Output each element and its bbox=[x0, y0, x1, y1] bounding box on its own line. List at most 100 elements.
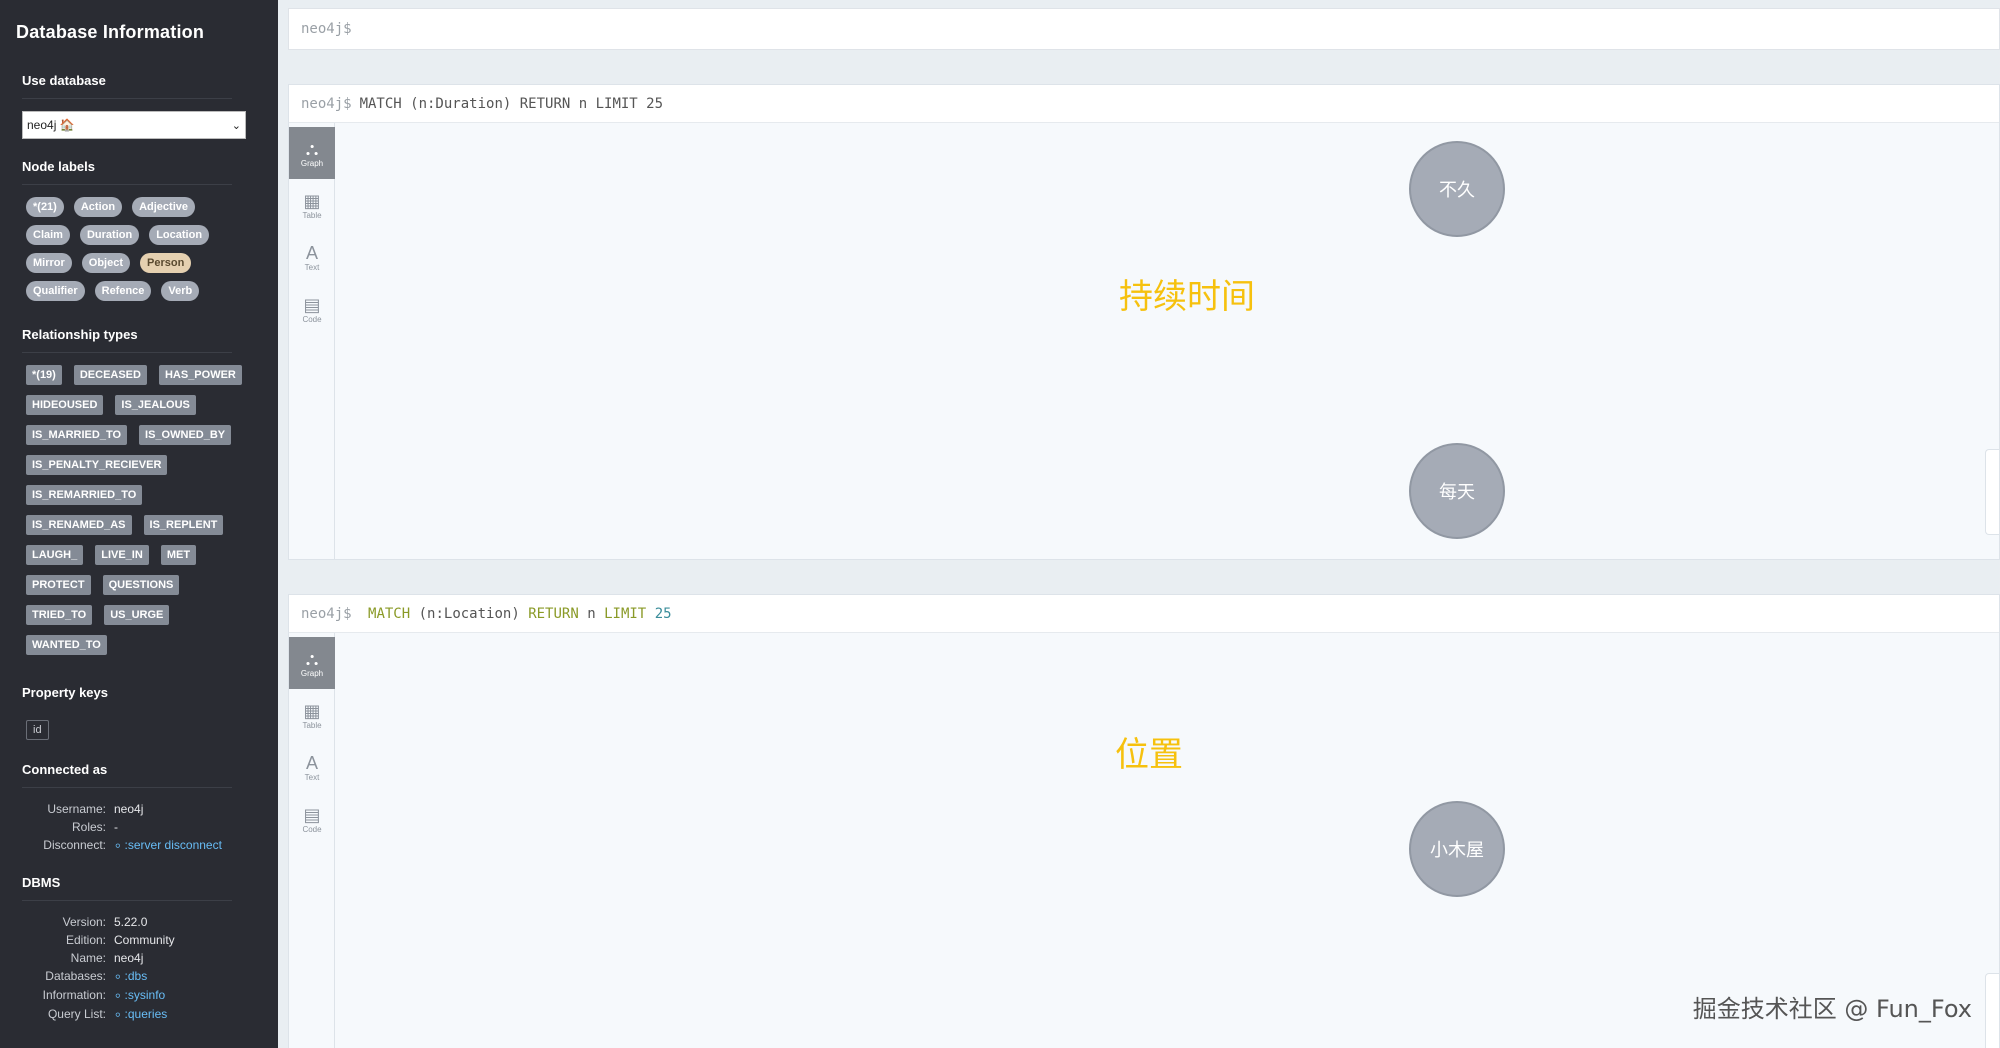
text-view-button[interactable]: A Text bbox=[289, 231, 335, 283]
graph-node[interactable]: 每天 bbox=[1409, 443, 1505, 539]
node-labels-heading: Node labels bbox=[22, 159, 232, 185]
graph-canvas[interactable]: 位置 小木屋 bbox=[335, 633, 1999, 1048]
graph-node[interactable]: 不久 bbox=[1409, 141, 1505, 237]
frame-query[interactable]: neo4j$ MATCH (n:Duration) RETURN n LIMIT … bbox=[289, 85, 1999, 123]
graph-icon: ⛬ bbox=[305, 138, 319, 159]
graph-node[interactable]: 小木屋 bbox=[1409, 801, 1505, 897]
graph-view-button[interactable]: ⛬ Graph bbox=[289, 637, 335, 689]
relationship-type-tag[interactable]: TRIED_TO bbox=[26, 605, 93, 625]
annotation-text: 位置 bbox=[1115, 735, 1183, 775]
text-icon: A bbox=[305, 752, 318, 773]
relationship-type-tag[interactable]: QUESTIONS bbox=[102, 575, 180, 595]
relationship-type-tag[interactable]: PROTECT bbox=[26, 575, 91, 595]
node-label-pill[interactable]: Location bbox=[149, 225, 210, 245]
node-label-pill[interactable]: Qualifier bbox=[26, 281, 85, 301]
graph-canvas[interactable]: 持续时间 不久 每天 bbox=[335, 123, 1999, 559]
query-variable: n bbox=[587, 606, 596, 622]
chevron-down-icon: ⌄ bbox=[231, 119, 241, 132]
zoom-controls[interactable] bbox=[1985, 973, 1999, 1048]
code-view-button[interactable]: ▤ Code bbox=[289, 283, 335, 335]
frame-body: ⛬ Graph ▦ Table A Text ▤ Code 持续时间 不久 每天 bbox=[289, 123, 1999, 559]
tool-label: Code bbox=[302, 824, 322, 834]
sidebar: Database Information Use database neo4j … bbox=[0, 0, 278, 1048]
server-disconnect-link[interactable]: :server disconnect bbox=[114, 836, 222, 855]
graph-view-button[interactable]: ⛬ Graph bbox=[289, 127, 335, 179]
node-label-pill[interactable]: Object bbox=[81, 253, 131, 273]
dbms-row: Version: 5.22.0 bbox=[22, 913, 232, 931]
relationship-type-tag[interactable]: US_URGE bbox=[104, 605, 170, 625]
connected-row: Roles: - bbox=[22, 818, 232, 836]
relationship-type-tag[interactable]: DECEASED bbox=[73, 365, 147, 385]
relationship-type-tag[interactable]: IS_JEALOUS bbox=[115, 395, 196, 415]
queries-link[interactable]: :queries bbox=[114, 1005, 168, 1024]
dbms-value: Community bbox=[114, 933, 175, 947]
node-label-pill[interactable]: Mirror bbox=[26, 253, 72, 273]
database-select-value: neo4j 🏠 bbox=[27, 118, 75, 132]
dbms-key: Information: bbox=[42, 988, 106, 1002]
relationship-type-tag[interactable]: IS_PENALTY_RECIEVER bbox=[26, 455, 168, 475]
text-view-button[interactable]: A Text bbox=[289, 741, 335, 793]
view-toolbar: ⛬ Graph ▦ Table A Text ▤ Code bbox=[289, 633, 335, 1048]
relationship-type-tag[interactable]: MET bbox=[160, 545, 197, 565]
dbms-key: Name: bbox=[70, 951, 106, 965]
relationship-types-list: *(19) DECEASED HAS_POWER HIDEOUSED IS_JE… bbox=[22, 365, 252, 665]
frame-prompt: neo4j$ bbox=[301, 606, 352, 622]
tool-label: Code bbox=[302, 314, 322, 324]
relationship-type-tag[interactable]: *(19) bbox=[26, 365, 62, 385]
node-label-pill[interactable]: *(21) bbox=[26, 197, 64, 217]
view-toolbar: ⛬ Graph ▦ Table A Text ▤ Code bbox=[289, 123, 335, 559]
relationship-type-tag[interactable]: IS_REPLENT bbox=[143, 515, 224, 535]
connected-key: Disconnect: bbox=[43, 838, 106, 852]
cypher-editor[interactable]: neo4j$ bbox=[288, 8, 2000, 50]
property-key-tag[interactable]: id bbox=[26, 720, 49, 740]
tool-label: Text bbox=[304, 772, 320, 782]
relationship-types-heading: Relationship types bbox=[22, 327, 232, 353]
relationship-type-tag[interactable]: IS_MARRIED_TO bbox=[26, 425, 128, 445]
connected-value: neo4j bbox=[114, 802, 144, 816]
node-label-pill[interactable]: Verb bbox=[161, 281, 200, 301]
node-label-pill[interactable]: Person bbox=[140, 253, 192, 273]
relationship-type-tag[interactable]: LAUGH_ bbox=[26, 545, 84, 565]
frame-query-text: MATCH (n:Duration) RETURN n LIMIT 25 bbox=[359, 96, 664, 112]
database-select[interactable]: neo4j 🏠 ⌄ bbox=[22, 111, 246, 139]
node-label-pill[interactable]: Action bbox=[73, 197, 123, 217]
code-view-button[interactable]: ▤ Code bbox=[289, 793, 335, 845]
relationship-type-tag[interactable]: LIVE_IN bbox=[95, 545, 149, 565]
connected-key: Roles: bbox=[71, 820, 106, 834]
relationship-type-tag[interactable]: IS_OWNED_BY bbox=[139, 425, 232, 445]
relationship-type-tag[interactable]: HIDEOUSED bbox=[26, 395, 104, 415]
use-database-section: Use database neo4j 🏠 ⌄ Node labels *(21)… bbox=[22, 73, 246, 1024]
text-icon: A bbox=[305, 242, 318, 263]
node-label-pill[interactable]: Adjective bbox=[132, 197, 195, 217]
tool-label: Graph bbox=[300, 158, 324, 168]
connected-row: Username: neo4j bbox=[22, 800, 232, 818]
query-keyword: MATCH bbox=[368, 606, 411, 622]
connected-key: Username: bbox=[47, 802, 106, 816]
sysinfo-link[interactable]: :sysinfo bbox=[114, 986, 166, 1005]
node-label-pill[interactable]: Refence bbox=[94, 281, 152, 301]
relationship-type-tag[interactable]: HAS_POWER bbox=[158, 365, 242, 385]
table-icon: ▦ bbox=[303, 190, 321, 211]
dbms-row: Information: :sysinfo bbox=[22, 986, 232, 1005]
dbms-row: Edition: Community bbox=[22, 931, 232, 949]
zoom-controls[interactable] bbox=[1985, 449, 1999, 535]
frame-query[interactable]: neo4j$ MATCH (n:Location) RETURN n LIMIT… bbox=[289, 595, 1999, 633]
dbs-link[interactable]: :dbs bbox=[114, 967, 148, 986]
main-area: neo4j$ neo4j$ MATCH (n:Duration) RETURN n… bbox=[278, 0, 2000, 1048]
relationship-type-tag[interactable]: IS_REMARRIED_TO bbox=[26, 485, 143, 505]
node-label-pill[interactable]: Claim bbox=[26, 225, 70, 245]
use-database-heading: Use database bbox=[22, 73, 232, 99]
node-label-pill[interactable]: Duration bbox=[79, 225, 140, 245]
relationship-type-tag[interactable]: WANTED_TO bbox=[26, 635, 107, 655]
dbms-row: Query List::queries bbox=[22, 1005, 232, 1024]
connected-as-details: Username: neo4j Roles:- Disconnect: :serve… bbox=[22, 800, 232, 855]
query-keyword: LIMIT bbox=[604, 606, 647, 622]
tool-label: Table bbox=[302, 210, 322, 220]
dbms-row: Databases: :dbs bbox=[22, 967, 232, 986]
table-view-button[interactable]: ▦ Table bbox=[289, 179, 335, 231]
tool-label: Table bbox=[302, 720, 322, 730]
table-view-button[interactable]: ▦ Table bbox=[289, 689, 335, 741]
tool-label: Graph bbox=[300, 668, 324, 678]
dbms-key: Databases: bbox=[45, 969, 106, 983]
relationship-type-tag[interactable]: IS_RENAMED_AS bbox=[26, 515, 132, 535]
